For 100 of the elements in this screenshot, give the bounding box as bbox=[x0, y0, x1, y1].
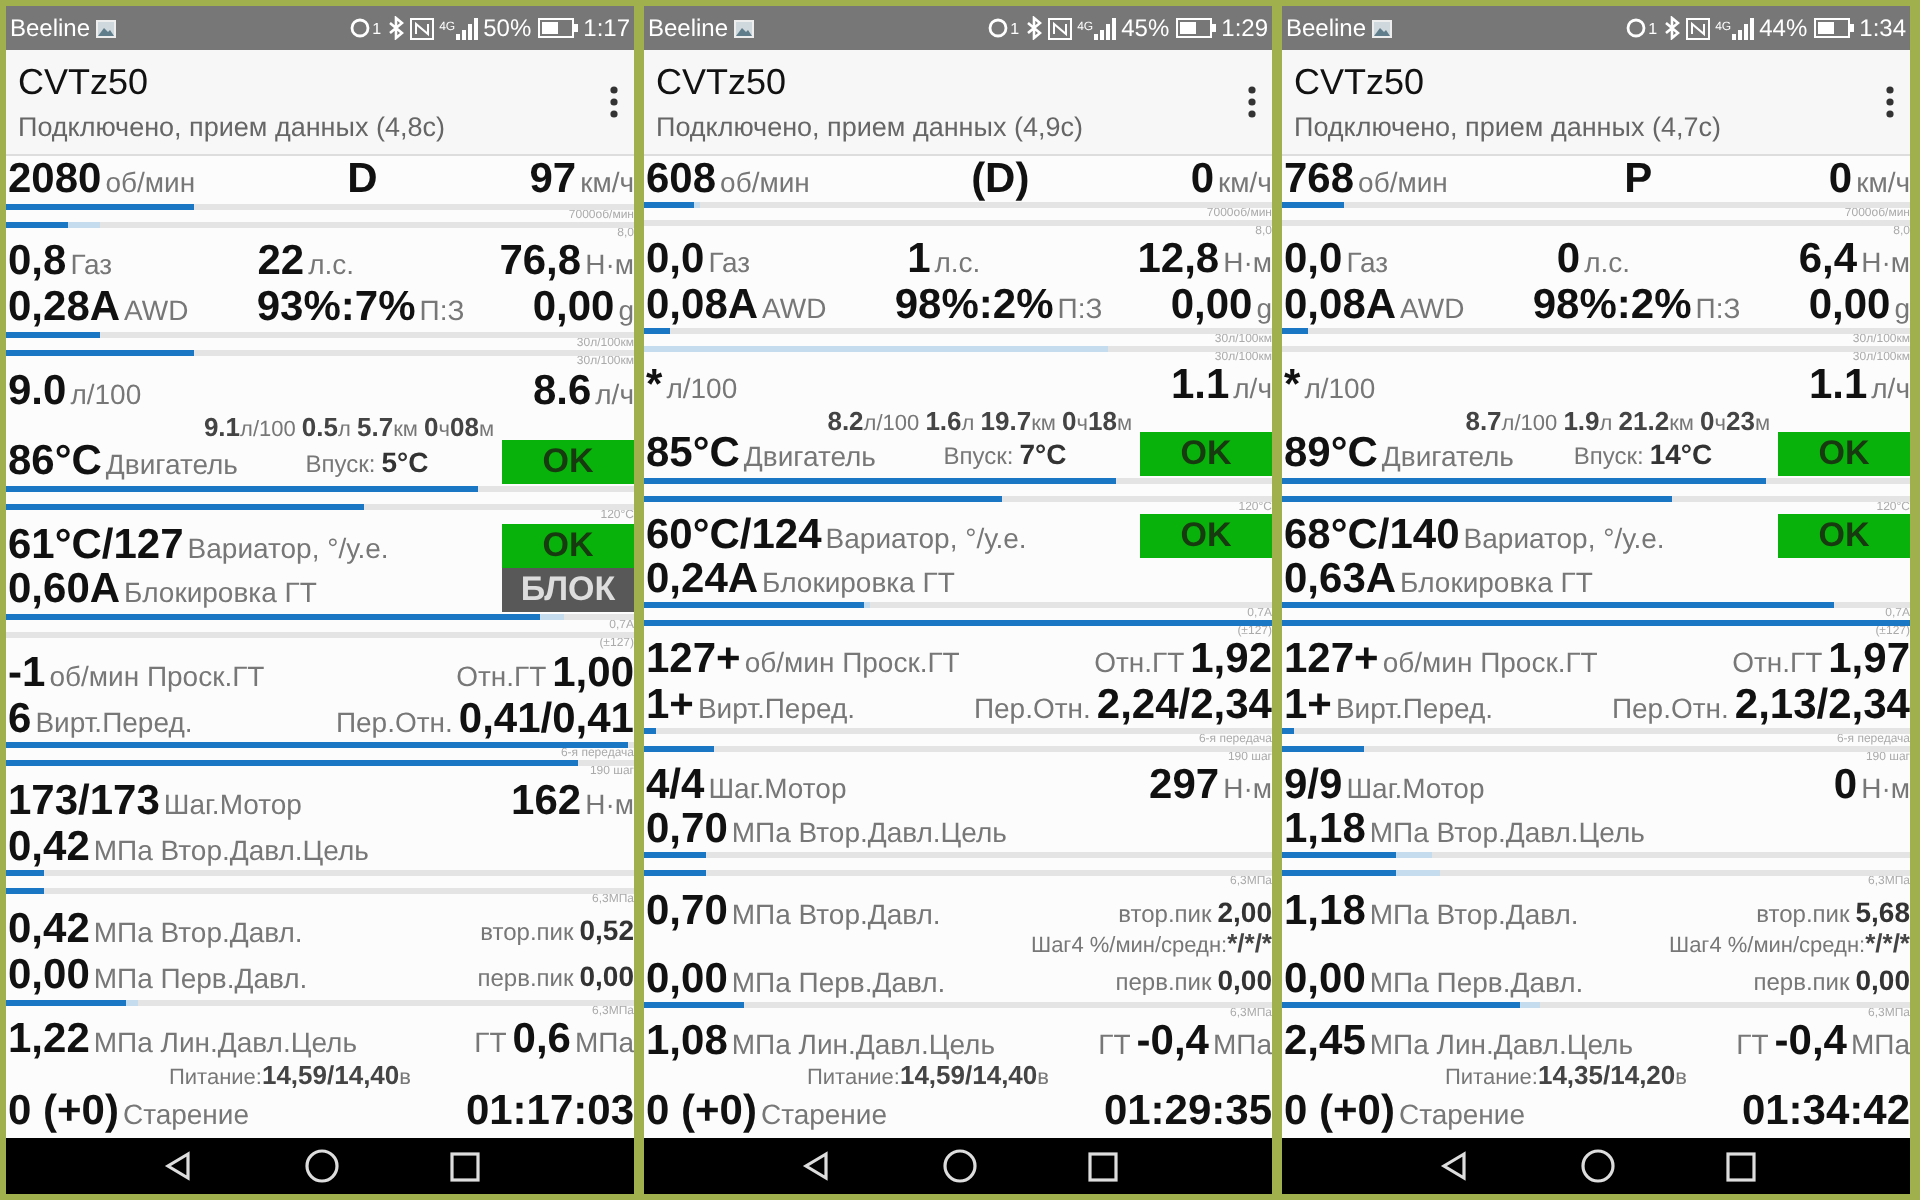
status-badge: OK bbox=[1140, 513, 1272, 558]
reading-label: Отн.ГТ bbox=[1094, 646, 1185, 679]
reading-value: 1.1 bbox=[1808, 364, 1868, 409]
reading-value: 14,59/14,40 bbox=[899, 1064, 1038, 1089]
reading-value: 89°C bbox=[1284, 432, 1378, 477]
reading-value: -0,4 bbox=[1774, 1020, 1847, 1065]
sync-icon bbox=[1624, 16, 1649, 40]
home-icon[interactable] bbox=[941, 1148, 977, 1184]
reading-value: 60°C/124 bbox=[646, 513, 822, 558]
nfc-icon bbox=[1685, 17, 1710, 39]
more-menu-icon[interactable] bbox=[1886, 86, 1894, 118]
recents-icon[interactable] bbox=[449, 1151, 479, 1181]
reading-value: 8.6 bbox=[532, 369, 592, 414]
home-icon[interactable] bbox=[1579, 1148, 1615, 1184]
reading-value: 9/9 bbox=[1284, 764, 1343, 809]
back-icon[interactable] bbox=[799, 1150, 831, 1182]
reading-value: 0,00 bbox=[1855, 962, 1910, 1001]
reading-value: 1,97 bbox=[1828, 638, 1910, 683]
reading-value: 68°C/140 bbox=[1284, 513, 1460, 558]
reading-unit: П:З bbox=[1057, 291, 1103, 324]
reading-value: 0,24A bbox=[646, 558, 759, 603]
reading-value: 0,70 bbox=[646, 889, 728, 934]
reading-unit: об/мин Проск.ГТ bbox=[744, 646, 960, 679]
reading-unit: Газ bbox=[708, 246, 751, 279]
battery-icon bbox=[1813, 18, 1854, 38]
reading-unit: МПа Втор.Давл.Цель bbox=[93, 833, 369, 866]
reading-value: 0,08A bbox=[646, 283, 759, 328]
reading-unit: Вариатор, °/у.е. bbox=[825, 521, 1027, 554]
reading-value: 0 (+0) bbox=[1284, 1089, 1395, 1134]
reading-unit: об/мин Проск.ГТ bbox=[49, 659, 265, 692]
reading-unit: л/ч bbox=[1233, 372, 1272, 405]
reading-value: 0,52 bbox=[579, 912, 634, 951]
reading-unit: Блокировка ГТ bbox=[1400, 566, 1593, 599]
reading-value: 608 bbox=[646, 158, 717, 202]
reading-value: 0,60A bbox=[8, 568, 121, 613]
reading-label: втор.пик bbox=[1756, 899, 1850, 928]
reading-unit: МПа bbox=[574, 1026, 634, 1059]
more-menu-icon[interactable] bbox=[610, 86, 618, 118]
reading-unit: л/100 bbox=[666, 372, 738, 405]
reading-unit: МПа Перв.Давл. bbox=[1369, 966, 1584, 999]
reading-value: 0,00 bbox=[532, 286, 615, 331]
reading-unit: AWD bbox=[762, 291, 827, 324]
reading-value: 0,00 bbox=[1170, 283, 1253, 328]
recents-icon[interactable] bbox=[1087, 1151, 1117, 1181]
reading-unit: Н·м bbox=[585, 788, 634, 821]
app-title: CVTz50 bbox=[1294, 62, 1427, 104]
reading-value: 2,13/2,34 bbox=[1734, 683, 1910, 728]
recents-icon[interactable] bbox=[1725, 1151, 1755, 1181]
battery-percent: 44% bbox=[1759, 14, 1808, 42]
reading-label: Пер.Отн. bbox=[1611, 691, 1729, 724]
reading-value: 0 (+0) bbox=[8, 1089, 119, 1134]
reading-unit: g bbox=[1256, 291, 1272, 324]
reading-unit: Двигатель bbox=[743, 440, 876, 473]
reading-unit: л/ч bbox=[595, 377, 634, 410]
reading-label: втор.пик bbox=[1118, 899, 1212, 928]
reading-label: Пер.Отн. bbox=[335, 705, 453, 738]
home-icon[interactable] bbox=[303, 1148, 339, 1184]
reading-value: 12,8 bbox=[1137, 238, 1220, 283]
reading-unit: Вирт.Перед. bbox=[697, 691, 856, 724]
reading-value: 2,24/2,34 bbox=[1096, 683, 1272, 728]
reading-label: Шаг4 %/мин/средн: bbox=[1668, 934, 1866, 959]
reading-value: 76,8 bbox=[499, 240, 582, 285]
reading-value: 0,8 bbox=[8, 240, 67, 285]
reading-unit: в bbox=[1675, 1066, 1687, 1091]
reading-unit: МПа Перв.Давл. bbox=[93, 961, 308, 994]
reading-value: */*/* bbox=[1227, 932, 1272, 957]
reading-value: 1,92 bbox=[1190, 638, 1272, 683]
reading-value: 0,63A bbox=[1284, 558, 1397, 603]
image-icon bbox=[1372, 19, 1393, 37]
reading-value: 0,41/0,41 bbox=[458, 697, 634, 742]
reading-label: перв.пик bbox=[1753, 968, 1850, 997]
reading-value: 173/173 bbox=[8, 780, 160, 825]
reading-unit: П:З bbox=[1695, 291, 1741, 324]
reading-unit: Газ bbox=[1346, 246, 1389, 279]
reading-value: 0 bbox=[1833, 764, 1858, 809]
back-icon[interactable] bbox=[161, 1150, 193, 1182]
reading-unit: МПа Втор.Давл. bbox=[731, 897, 941, 930]
reading-label: ГТ bbox=[1098, 1028, 1131, 1061]
clock-time: 1:17 bbox=[583, 14, 630, 42]
reading-value: 0,42 bbox=[8, 908, 90, 953]
reading-unit: в bbox=[1037, 1066, 1049, 1091]
reading-unit: Вирт.Перед. bbox=[35, 705, 193, 738]
reading-label: перв.пик bbox=[1115, 968, 1212, 997]
reading-unit: об/мин bbox=[105, 166, 196, 198]
reading-unit: МПа Втор.Давл.Цель bbox=[731, 816, 1007, 849]
reading-unit: Вирт.Перед. bbox=[1335, 691, 1494, 724]
reading-value: 1,18 bbox=[1284, 889, 1366, 934]
reading-label: Впуск: bbox=[305, 450, 376, 479]
reading-value: 5,68 bbox=[1855, 893, 1910, 932]
reading-value: 0 (+0) bbox=[646, 1089, 757, 1134]
reading-value: 1 bbox=[907, 238, 931, 283]
reading-value: 0,0 bbox=[646, 238, 705, 283]
reading-value: 6 bbox=[8, 697, 32, 742]
back-icon[interactable] bbox=[1437, 1150, 1469, 1182]
reading-unit: Двигатель bbox=[105, 448, 238, 481]
reading-value: 86°C bbox=[8, 440, 102, 485]
reading-unit: AWD bbox=[124, 294, 189, 327]
reading-value: 0,28A bbox=[8, 286, 121, 331]
reading-value: 0,00 bbox=[1808, 283, 1891, 328]
more-menu-icon[interactable] bbox=[1248, 86, 1256, 118]
